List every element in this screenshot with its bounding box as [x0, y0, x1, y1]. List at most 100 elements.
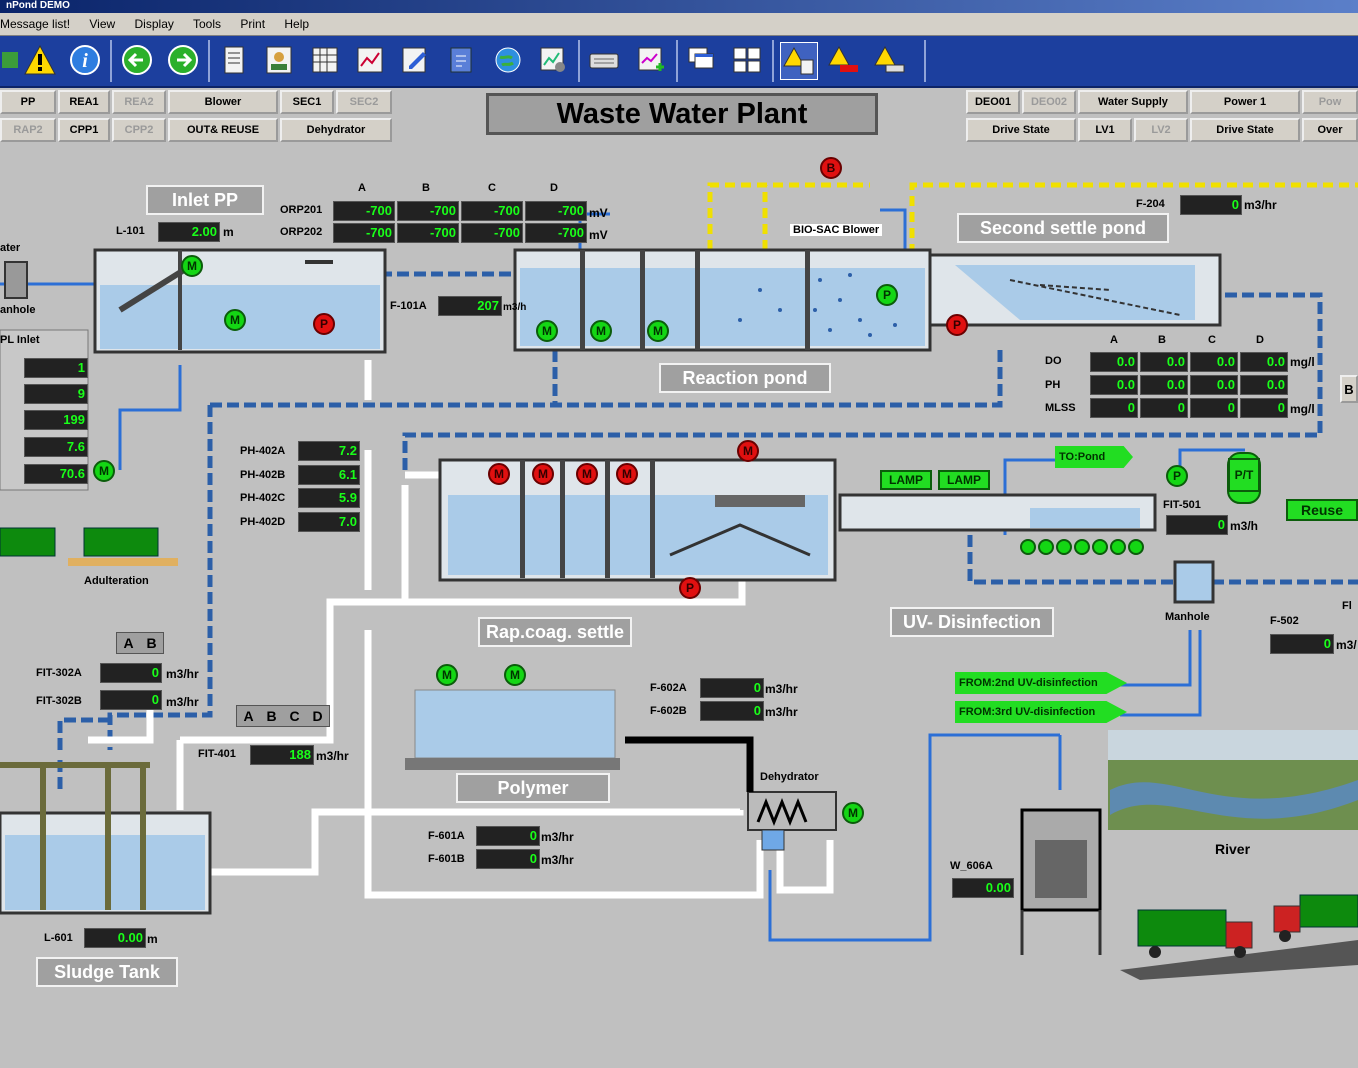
scraper-motor[interactable]: M: [737, 440, 759, 462]
report-icon[interactable]: [216, 42, 252, 78]
mlss-c: 0: [1190, 398, 1238, 418]
alarm-active-icon[interactable]: [826, 42, 862, 78]
nav-water-supply[interactable]: Water Supply: [1078, 90, 1188, 114]
nav-rea2[interactable]: REA2: [112, 90, 166, 114]
nav-power-2[interactable]: Pow: [1302, 90, 1358, 114]
do-c: 0.0: [1190, 352, 1238, 372]
motor-dehydrator[interactable]: M: [842, 802, 864, 824]
fit401-tab-a[interactable]: A: [243, 708, 253, 724]
mixer-rap-a[interactable]: M: [488, 463, 510, 485]
orp-col-c: C: [488, 182, 496, 194]
nav-blower[interactable]: Blower: [168, 90, 278, 114]
chart-add-icon[interactable]: [633, 42, 669, 78]
motor-polymer-a[interactable]: M: [436, 664, 458, 686]
menu-message-list[interactable]: Message list!: [0, 17, 70, 31]
mixer-rap-d[interactable]: M: [616, 463, 638, 485]
panel-label-polymer[interactable]: Polymer: [456, 773, 610, 803]
motor-reaction-a[interactable]: M: [536, 320, 558, 342]
orp202-b: -700: [397, 223, 459, 243]
nav-drive-state-1[interactable]: Drive State: [966, 118, 1076, 142]
window-cascade-icon[interactable]: [684, 42, 720, 78]
from-2nd-uv-arrow[interactable]: FROM:2nd UV-disinfection: [955, 672, 1127, 694]
trend-chart-icon[interactable]: [352, 42, 388, 78]
nav-cpp1[interactable]: CPP1: [58, 118, 110, 142]
nav-lv2[interactable]: LV2: [1134, 118, 1188, 142]
lamp-1-button[interactable]: LAMP: [880, 470, 932, 490]
motor-inlet-mixer[interactable]: M: [224, 309, 246, 331]
nav-deo01[interactable]: DEO01: [966, 90, 1020, 114]
fit401-tab[interactable]: ABCD: [236, 705, 330, 727]
f601a-tag: F-601A: [428, 830, 465, 842]
pump-rap-sludge[interactable]: P: [679, 577, 701, 599]
panel-label-uv[interactable]: UV- Disinfection: [890, 607, 1054, 637]
panel-label-inlet-pp[interactable]: Inlet PP: [146, 185, 264, 215]
pump-second-settle[interactable]: P: [946, 314, 968, 336]
motor-inlet-screen[interactable]: M: [181, 255, 203, 277]
keyboard-icon[interactable]: [586, 42, 622, 78]
pump-inlet[interactable]: P: [313, 313, 335, 335]
menu-help[interactable]: Help: [284, 17, 309, 31]
motor-polymer-b[interactable]: M: [504, 664, 526, 686]
nav-overview[interactable]: Over: [1302, 118, 1358, 142]
settings-chart-icon[interactable]: [535, 42, 571, 78]
menu-print[interactable]: Print: [240, 17, 265, 31]
nav-sec2[interactable]: SEC2: [336, 90, 392, 114]
nav-sec1[interactable]: SEC1: [280, 90, 334, 114]
fit401-tab-d[interactable]: D: [312, 708, 322, 724]
menu-view[interactable]: View: [89, 17, 115, 31]
globe-icon[interactable]: [490, 42, 526, 78]
motor-reaction-c[interactable]: M: [647, 320, 669, 342]
nav-deo02[interactable]: DEO02: [1022, 90, 1076, 114]
to-pond-arrow[interactable]: TO:Pond: [1055, 446, 1133, 468]
menu-display[interactable]: Display: [135, 17, 174, 31]
f502-tag: F-502: [1270, 615, 1299, 627]
forward-arrow-icon[interactable]: [165, 42, 201, 78]
side-b-button[interactable]: B: [1340, 375, 1358, 403]
pt-tank[interactable]: P/T: [1228, 458, 1260, 492]
nav-dehydrator[interactable]: Dehydrator: [280, 118, 392, 142]
nav-pp[interactable]: PP: [0, 90, 56, 114]
l601-unit: m: [147, 932, 158, 946]
l101-unit: m: [223, 225, 234, 239]
fit302-tab[interactable]: AB: [116, 632, 164, 654]
alarm-ack-icon[interactable]: [872, 42, 908, 78]
fit401-tab-b[interactable]: B: [266, 708, 276, 724]
ph402a-value: 7.2: [298, 441, 360, 461]
fit302-tab-b[interactable]: B: [146, 635, 156, 651]
pump-reaction-return[interactable]: P: [876, 284, 898, 306]
window-tile-icon[interactable]: [729, 42, 765, 78]
nav-power-1[interactable]: Power 1: [1190, 90, 1300, 114]
menu-tools[interactable]: Tools: [193, 17, 221, 31]
alarm-warning-icon[interactable]: [22, 42, 58, 78]
fit401-tab-c[interactable]: C: [289, 708, 299, 724]
motor-inlet-dosing[interactable]: M: [93, 460, 115, 482]
nav-out-reuse[interactable]: OUT& REUSE: [168, 118, 278, 142]
mixer-rap-b[interactable]: M: [532, 463, 554, 485]
calendar-grid-icon[interactable]: [307, 42, 343, 78]
fit302-tab-a[interactable]: A: [123, 635, 133, 651]
motor-reaction-b[interactable]: M: [590, 320, 612, 342]
panel-label-second-settle[interactable]: Second settle pond: [957, 213, 1169, 243]
blower-valve[interactable]: B: [820, 157, 842, 179]
panel-label-sludge-tank[interactable]: Sludge Tank: [36, 957, 178, 987]
window-title: nPond DEMO: [0, 0, 1358, 13]
mixer-rap-c[interactable]: M: [576, 463, 598, 485]
back-arrow-icon[interactable]: [119, 42, 155, 78]
panel-label-reaction-pond[interactable]: Reaction pond: [659, 363, 831, 393]
nav-rea1[interactable]: REA1: [58, 90, 110, 114]
pump-reuse[interactable]: P: [1166, 465, 1188, 487]
nav-rap2[interactable]: RAP2: [0, 118, 56, 142]
reuse-button[interactable]: Reuse: [1286, 499, 1358, 521]
nav-lv1[interactable]: LV1: [1078, 118, 1132, 142]
document-flow-icon[interactable]: [443, 42, 479, 78]
edit-note-icon[interactable]: [397, 42, 433, 78]
from-3rd-uv-arrow[interactable]: FROM:3rd UV-disinfection: [955, 701, 1127, 723]
alarm-list-icon[interactable]: [780, 42, 818, 80]
info-icon[interactable]: i: [67, 42, 103, 78]
user-image-icon[interactable]: [261, 42, 297, 78]
panel-label-rap-coag[interactable]: Rap.coag. settle: [478, 617, 632, 647]
mlss-b: 0: [1140, 398, 1188, 418]
nav-drive-state-2[interactable]: Drive State: [1190, 118, 1300, 142]
nav-cpp2[interactable]: CPP2: [112, 118, 166, 142]
lamp-2-button[interactable]: LAMP: [938, 470, 990, 490]
